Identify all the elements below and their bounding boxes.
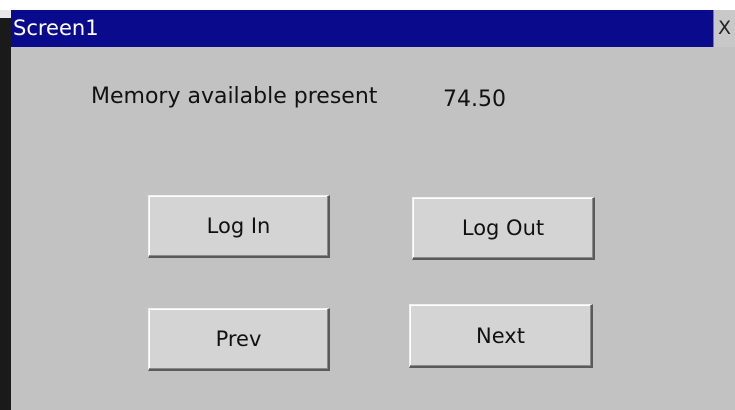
memory-value: 74.50 xyxy=(443,87,506,112)
window-title: Screen1 xyxy=(13,16,99,40)
next-button[interactable]: Next xyxy=(409,304,593,368)
log-out-button[interactable]: Log Out xyxy=(412,197,595,260)
memory-label: Memory available present xyxy=(91,84,378,109)
log-in-button[interactable]: Log In xyxy=(148,195,330,258)
title-bar: Screen1 X xyxy=(11,10,735,47)
prev-button[interactable]: Prev xyxy=(148,308,330,371)
left-border xyxy=(0,10,11,410)
close-button[interactable]: X xyxy=(713,10,735,47)
top-strip xyxy=(0,0,735,10)
screen-window: Screen1 X Memory available present 74.50… xyxy=(11,10,735,410)
left-border-tick xyxy=(0,10,11,18)
